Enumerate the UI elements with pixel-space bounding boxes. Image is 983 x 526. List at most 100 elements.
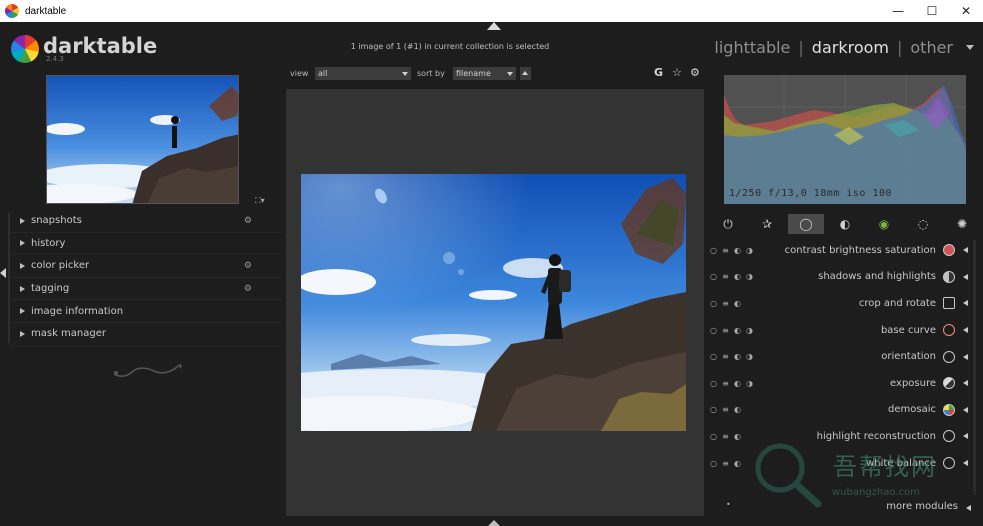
- gear-icon[interactable]: ⚙: [690, 66, 700, 79]
- enable-icon[interactable]: ○: [710, 299, 717, 308]
- module-shadows-and-highlights[interactable]: ○ ≡ ◐ ◑ shadows and highlights: [706, 264, 976, 291]
- reset-icon[interactable]: ◐: [734, 326, 741, 335]
- reset-icon[interactable]: ◐: [734, 352, 741, 361]
- maximize-button[interactable]: ☐: [915, 0, 949, 22]
- enable-icon[interactable]: ○: [710, 459, 717, 468]
- navigation-thumbnail[interactable]: [46, 75, 239, 204]
- minimize-button[interactable]: —: [881, 0, 915, 22]
- presets-icon[interactable]: ≡: [722, 459, 729, 468]
- multi-instance-icon[interactable]: ◑: [746, 246, 753, 255]
- reset-icon[interactable]: ◐: [734, 432, 741, 441]
- enable-icon[interactable]: ○: [710, 432, 717, 441]
- module-snapshots[interactable]: snapshots ⚙: [10, 210, 282, 233]
- collapse-arrow-icon[interactable]: [963, 353, 968, 360]
- star-icon[interactable]: ✰: [759, 216, 775, 232]
- presets-icon[interactable]: ≡: [722, 326, 729, 335]
- presets-icon[interactable]: ≡: [722, 432, 729, 441]
- reset-icon[interactable]: ◐: [734, 246, 741, 255]
- module-image-information[interactable]: image information: [10, 300, 282, 323]
- grouping-icon[interactable]: G: [654, 66, 663, 79]
- collapse-arrow-icon[interactable]: [963, 460, 968, 467]
- enable-icon[interactable]: ○: [710, 246, 717, 255]
- enable-icon[interactable]: ○: [710, 379, 717, 388]
- reset-icon[interactable]: ◐: [734, 459, 741, 468]
- reset-icon[interactable]: ◐: [734, 299, 741, 308]
- module-icon: [943, 377, 955, 390]
- collapse-arrow-icon[interactable]: [963, 300, 968, 307]
- multi-instance-icon[interactable]: ◑: [746, 326, 753, 335]
- reset-icon[interactable]: ◐: [734, 405, 741, 414]
- module-mask-manager[interactable]: mask manager: [10, 323, 282, 346]
- collapse-arrow-icon[interactable]: [963, 380, 968, 387]
- enable-icon[interactable]: ○: [710, 405, 717, 414]
- module-label: tagging: [31, 283, 70, 295]
- enable-icon[interactable]: ○: [710, 326, 717, 335]
- module-name: base curve: [880, 324, 936, 336]
- view-other[interactable]: other: [910, 38, 953, 57]
- collapse-arrow-icon[interactable]: [963, 327, 968, 334]
- presets-icon[interactable]: ≡: [722, 405, 729, 414]
- settings-icon[interactable]: ⚙: [244, 216, 252, 226]
- module-icon: [943, 403, 955, 416]
- expand-icon[interactable]: ⛶▾: [255, 196, 265, 206]
- module-name: exposure: [890, 377, 936, 389]
- bottom-panel-toggle-icon[interactable]: [488, 520, 500, 526]
- collapse-arrow-icon[interactable]: [963, 406, 968, 413]
- collection-status: 1 image of 1 (#1) in current collection …: [350, 42, 550, 51]
- views-dropdown-icon[interactable]: [966, 45, 974, 50]
- power-icon[interactable]: ⏻: [720, 216, 736, 232]
- collapse-arrow-icon[interactable]: [963, 433, 968, 440]
- presets-icon[interactable]: ≡: [722, 272, 729, 281]
- settings-icon[interactable]: ⚙: [244, 261, 252, 271]
- tone-icon[interactable]: ◐: [837, 216, 853, 232]
- window-title: darktable: [25, 5, 67, 17]
- top-panel-toggle-icon[interactable]: [487, 22, 501, 30]
- darktable-app-icon: [5, 4, 19, 18]
- histogram-exif-info: 1/250 f/13,0 18mm iso 100: [729, 188, 893, 199]
- module-orientation[interactable]: ○ ≡ ◐ ◑ orientation: [706, 343, 976, 370]
- close-button[interactable]: ✕: [949, 0, 983, 22]
- module-color-picker[interactable]: color picker ⚙: [10, 255, 282, 278]
- star-icon[interactable]: ☆: [672, 66, 682, 79]
- sort-direction-button[interactable]: [520, 67, 531, 80]
- settings-icon[interactable]: ⚙: [244, 284, 252, 294]
- right-panel-scrollbar[interactable]: [973, 240, 976, 495]
- multi-instance-icon[interactable]: ◑: [746, 379, 753, 388]
- multi-instance-icon[interactable]: ◑: [746, 272, 753, 281]
- view-filter-select[interactable]: all: [315, 67, 411, 80]
- watermark-text: 吾帮找网: [833, 453, 937, 481]
- left-panel-toggle-icon[interactable]: [0, 268, 6, 278]
- presets-icon[interactable]: ≡: [722, 379, 729, 388]
- collapse-arrow-icon[interactable]: [963, 247, 968, 254]
- reset-icon[interactable]: ◐: [734, 379, 741, 388]
- enable-icon[interactable]: ○: [710, 272, 717, 281]
- view-darkroom[interactable]: darkroom: [812, 38, 889, 57]
- color-icon[interactable]: ◉: [876, 216, 892, 232]
- more-modules-button[interactable]: • more modules: [706, 499, 976, 517]
- module-crop-and-rotate[interactable]: ○ ≡ ◐ crop and rotate: [706, 290, 976, 317]
- module-base-curve[interactable]: ○ ≡ ◐ ◑ base curve: [706, 317, 976, 344]
- presets-icon[interactable]: ≡: [722, 246, 729, 255]
- presets-icon[interactable]: ≡: [722, 352, 729, 361]
- module-history[interactable]: history: [10, 233, 282, 256]
- enable-icon[interactable]: ○: [710, 352, 717, 361]
- presets-icon[interactable]: ≡: [722, 299, 729, 308]
- view-lighttable[interactable]: lighttable: [714, 38, 790, 57]
- main-image[interactable]: [301, 174, 686, 431]
- correct-icon[interactable]: ◌: [915, 216, 931, 232]
- histogram[interactable]: [724, 75, 966, 204]
- collapse-arrow-icon[interactable]: [963, 273, 968, 280]
- basic-circle-icon[interactable]: ◯: [788, 214, 824, 234]
- module-demosaic[interactable]: ○ ≡ ◐ demosaic: [706, 397, 976, 424]
- module-contrast-brightness-saturation[interactable]: ○ ≡ ◐ ◑ contrast brightness saturation: [706, 237, 976, 264]
- module-label: mask manager: [31, 328, 106, 340]
- module-tagging[interactable]: tagging ⚙: [10, 278, 282, 301]
- module-icon: [943, 297, 955, 310]
- module-controls: ○ ≡ ◐: [710, 432, 741, 441]
- module-exposure[interactable]: ○ ≡ ◐ ◑ exposure: [706, 370, 976, 397]
- multi-instance-icon[interactable]: ◑: [746, 352, 753, 361]
- reset-icon[interactable]: ◐: [734, 272, 741, 281]
- module-highlight-reconstruction[interactable]: ○ ≡ ◐ highlight reconstruction: [706, 423, 976, 450]
- effect-icon[interactable]: ✺: [954, 216, 970, 232]
- sort-select[interactable]: filename: [453, 67, 516, 80]
